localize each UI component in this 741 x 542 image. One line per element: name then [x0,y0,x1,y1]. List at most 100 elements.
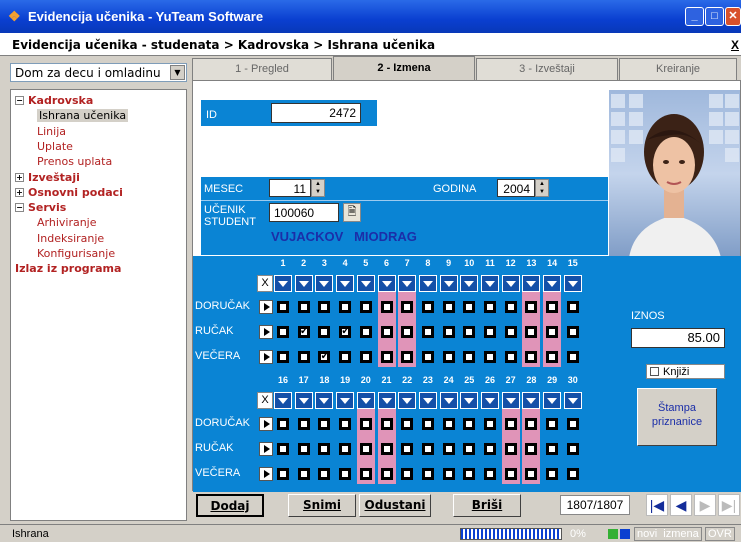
mesec-spinner[interactable]: ▲ ▼ [311,179,325,197]
day-dropdown-icon[interactable] [501,275,520,292]
meal-checkbox[interactable] [380,351,393,363]
meal-checkbox[interactable] [318,349,331,363]
odustani-button[interactable]: Odustani [359,494,431,517]
meal-checkbox[interactable] [421,418,434,430]
clear-all-button[interactable]: X [257,392,273,409]
meal-checkbox[interactable] [277,418,289,430]
meal-checkbox[interactable] [421,443,434,455]
snimi-button[interactable]: Snimi [288,494,356,517]
meal-checkbox[interactable] [297,351,310,363]
day-dropdown-icon[interactable] [522,275,541,292]
meal-checkbox[interactable] [442,301,455,313]
day-dropdown-icon[interactable] [543,275,562,292]
day-dropdown-icon[interactable] [522,392,541,409]
meal-checkbox[interactable] [318,418,331,430]
meal-checkbox[interactable] [525,443,538,455]
day-dropdown-icon[interactable] [315,392,334,409]
godina-spinner[interactable]: ▲ ▼ [535,179,549,197]
meal-checkbox[interactable] [401,468,414,480]
meal-checkbox[interactable] [277,326,289,338]
meal-checkbox[interactable] [380,418,393,430]
day-dropdown-icon[interactable] [439,392,458,409]
meal-checkbox[interactable] [484,468,496,480]
meal-checkbox[interactable] [463,351,476,363]
meal-checkbox[interactable] [484,326,496,338]
meal-checkbox[interactable] [546,351,559,363]
meal-checkbox[interactable] [339,443,352,455]
meal-checkbox[interactable] [277,468,289,480]
tree-item[interactable]: Ishrana učenika [37,109,129,123]
day-dropdown-icon[interactable] [481,392,499,409]
day-dropdown-icon[interactable] [501,392,520,409]
row-select-icon[interactable] [259,417,273,431]
first-record-icon[interactable]: |◀ [646,494,668,516]
day-dropdown-icon[interactable] [336,392,355,409]
meal-checkbox[interactable] [359,443,372,455]
tab-3[interactable]: 3 - Izveštaji [476,58,618,80]
meal-checkbox[interactable] [401,326,414,338]
tree-item[interactable]: Uplate [37,140,73,153]
meal-checkbox[interactable] [401,301,414,313]
tree-item[interactable]: − Kadrovska [15,94,93,107]
meal-checkbox[interactable] [421,301,434,313]
meal-checkbox[interactable] [359,301,372,313]
knjizi-checkbox[interactable]: Knjiži [646,364,725,379]
prev-record-icon[interactable]: ◀ [670,494,692,516]
row-select-icon[interactable] [259,300,273,314]
meal-checkbox[interactable] [463,443,476,455]
meal-checkbox[interactable] [566,301,579,313]
day-dropdown-icon[interactable] [294,275,313,292]
meal-checkbox[interactable] [318,326,331,338]
meal-checkbox[interactable] [359,351,372,363]
day-dropdown-icon[interactable] [377,275,396,292]
row-select-icon[interactable] [259,325,273,339]
day-dropdown-icon[interactable] [460,392,479,409]
lookup-icon[interactable]: 🗎 [343,203,361,222]
meal-checkbox[interactable] [546,468,559,480]
tree-item[interactable]: + Izveštaji [15,171,80,184]
meal-checkbox[interactable] [380,468,393,480]
meal-checkbox[interactable] [566,468,579,480]
meal-checkbox[interactable] [277,443,289,455]
dodaj-button[interactable]: Dodaj [196,494,264,517]
meal-checkbox[interactable] [566,418,579,430]
chevron-down-icon[interactable]: ▼ [170,65,185,80]
meal-checkbox[interactable] [318,443,331,455]
day-dropdown-icon[interactable] [274,392,292,409]
meal-checkbox[interactable] [401,443,414,455]
meal-checkbox[interactable] [525,351,538,363]
meal-checkbox[interactable] [380,326,393,338]
meal-checkbox[interactable] [463,301,476,313]
meal-checkbox[interactable] [463,468,476,480]
meal-checkbox[interactable] [339,418,352,430]
tree-item[interactable]: + Osnovni podaci [15,186,123,199]
day-dropdown-icon[interactable] [481,275,499,292]
id-field[interactable]: 2472 [271,103,361,123]
tab-2[interactable]: 2 - Izmena [333,56,475,80]
tree-expander-icon[interactable]: + [15,187,24,197]
row-select-icon[interactable] [259,350,273,364]
meal-checkbox[interactable] [359,468,372,480]
meal-checkbox[interactable] [339,301,352,313]
tab-1[interactable]: 1 - Pregled [192,58,332,80]
tree-item[interactable]: Prenos uplata [37,155,112,168]
breadcrumb-close[interactable]: X [731,38,739,52]
meal-checkbox[interactable] [484,301,496,313]
meal-checkbox[interactable] [442,443,455,455]
meal-checkbox[interactable] [504,443,517,455]
meal-checkbox[interactable] [297,443,310,455]
meal-checkbox[interactable] [442,418,455,430]
row-select-icon[interactable] [259,467,273,481]
stampa-button[interactable]: Štampa priznanice [637,388,717,446]
tree-expander-icon[interactable]: − [15,96,24,105]
day-dropdown-icon[interactable] [356,275,375,292]
meal-checkbox[interactable] [318,301,331,313]
day-dropdown-icon[interactable] [336,275,355,292]
meal-checkbox[interactable] [339,351,352,363]
meal-checkbox[interactable] [359,418,372,430]
tree-expander-icon[interactable]: − [15,203,24,213]
day-dropdown-icon[interactable] [377,392,396,409]
day-dropdown-icon[interactable] [439,275,458,292]
meal-checkbox[interactable] [297,301,310,313]
meal-checkbox[interactable] [525,418,538,430]
